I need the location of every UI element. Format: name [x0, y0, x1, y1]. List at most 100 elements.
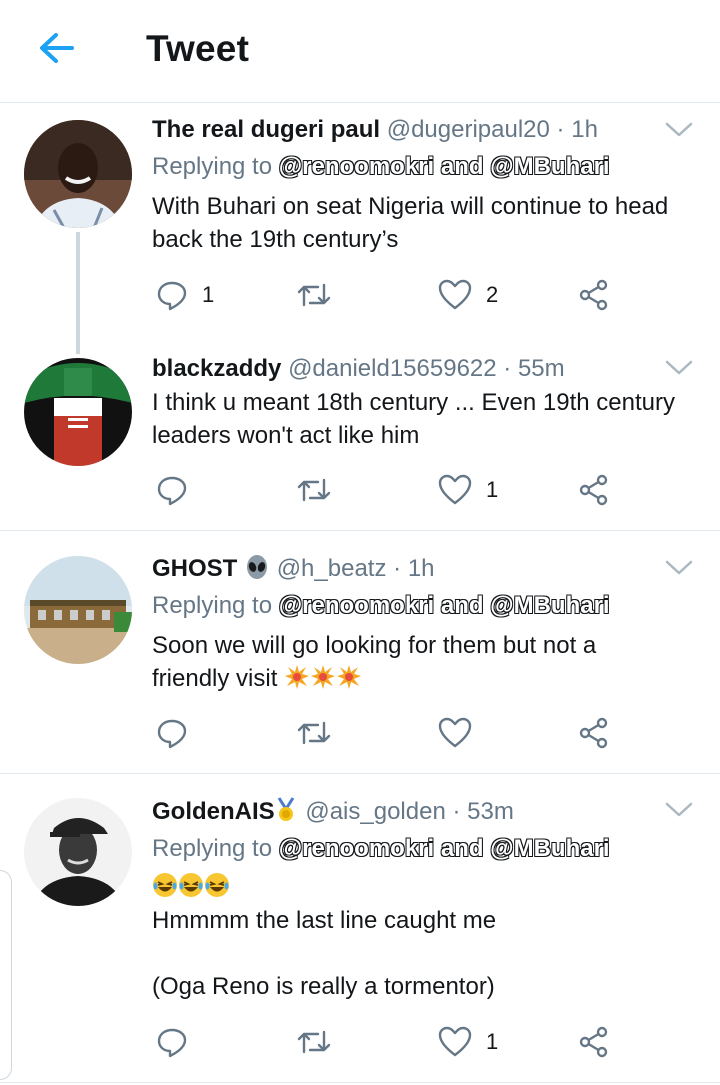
- reply-icon: [157, 719, 187, 749]
- chevron-down-icon[interactable]: [664, 558, 694, 578]
- retweet-icon: [297, 478, 331, 502]
- replying-to-mentions[interactable]: @renoomokri and @MBuhari: [279, 592, 610, 619]
- share-icon: [579, 474, 608, 506]
- divider: [0, 530, 720, 531]
- like-count: 2: [486, 282, 499, 307]
- collision-icon: [311, 665, 336, 689]
- replying-to-mentions[interactable]: @renoomokri and @MBuhari: [279, 153, 610, 180]
- chevron-down-icon[interactable]: [664, 800, 694, 820]
- tweet-text: (Oga Reno is really a tormentor): [152, 973, 495, 1000]
- page-title: Tweet: [146, 28, 250, 69]
- like-count: 1: [486, 477, 499, 502]
- retweet-button[interactable]: [296, 470, 332, 510]
- share-icon: [579, 1026, 608, 1058]
- tweet-actions: 1: [152, 1022, 632, 1062]
- share-icon: [579, 717, 608, 749]
- replying-to: Replying to @renoomokri and @MBuhari: [152, 152, 610, 182]
- retweet-icon: [297, 1030, 331, 1054]
- tweet-text: Hmmmm the last line caught me: [152, 907, 497, 934]
- medal-icon: [277, 797, 294, 821]
- display-name[interactable]: GoldenAIS: [152, 798, 275, 825]
- like-button[interactable]: 1: [438, 1022, 498, 1062]
- retweet-button[interactable]: [296, 713, 332, 753]
- like-count: 1: [486, 1029, 499, 1054]
- reply-icon: [157, 281, 187, 311]
- avatar[interactable]: [24, 358, 132, 466]
- tweet-header: GoldenAIS @ais_golden · 53m: [152, 797, 660, 827]
- replying-to: Replying to @renoomokri and @MBuhari: [152, 834, 610, 864]
- replying-to-mentions[interactable]: @renoomokri and @MBuhari: [279, 835, 610, 862]
- display-name[interactable]: GHOST: [152, 555, 237, 582]
- laughing-icon: [179, 873, 203, 897]
- reply-icon: [157, 476, 187, 506]
- display-name[interactable]: The real dugeri paul: [152, 116, 380, 143]
- separator-dot: ·: [393, 555, 402, 582]
- collision-icon: [285, 665, 310, 689]
- edge-panel-handle[interactable]: [0, 870, 12, 1080]
- reply-button[interactable]: [156, 1022, 188, 1062]
- tweet-actions: [152, 713, 632, 753]
- share-button[interactable]: [578, 713, 610, 753]
- like-button[interactable]: [438, 713, 472, 753]
- tweet-text-content: Soon we will go looking for them but not…: [152, 632, 597, 692]
- like-button[interactable]: 2: [438, 275, 498, 315]
- user-handle[interactable]: @ais_golden: [305, 798, 445, 825]
- share-button[interactable]: [578, 470, 610, 510]
- retweet-button[interactable]: [296, 1022, 332, 1062]
- laughing-emojis: [152, 872, 230, 902]
- share-button[interactable]: [578, 1022, 610, 1062]
- timestamp: 1h: [571, 116, 598, 143]
- timestamp: 55m: [517, 355, 565, 382]
- chevron-down-icon[interactable]: [664, 358, 694, 378]
- tweet-header: blackzaddy @danield15659622 · 55m: [152, 354, 660, 384]
- user-handle[interactable]: @h_beatz: [277, 555, 387, 582]
- replying-to-prefix: Replying to: [152, 835, 273, 862]
- avatar[interactable]: [24, 556, 132, 664]
- collision-icon: [337, 665, 362, 689]
- like-icon: [438, 474, 472, 505]
- timestamp: 1h: [407, 555, 435, 582]
- thread-connector: [76, 232, 80, 354]
- back-button[interactable]: [34, 28, 78, 68]
- replying-to: Replying to @renoomokri and @MBuhari: [152, 591, 610, 621]
- tweet-actions: 1: [152, 470, 632, 510]
- display-name[interactable]: blackzaddy: [152, 355, 281, 382]
- tweet-text: I think u meant 18th century ... Even 19…: [152, 389, 675, 449]
- replying-to-prefix: Replying to: [152, 592, 273, 619]
- chevron-down-icon[interactable]: [664, 120, 694, 140]
- separator-dot: ·: [556, 116, 565, 143]
- reply-icon: [157, 1028, 187, 1058]
- share-button[interactable]: [578, 275, 610, 315]
- like-icon: [438, 1026, 472, 1057]
- like-icon: [438, 279, 472, 310]
- divider: [0, 773, 720, 774]
- tweet-actions: 1 2: [152, 275, 632, 315]
- replying-to-prefix: Replying to: [152, 153, 273, 180]
- user-handle[interactable]: @danield15659622: [288, 355, 497, 382]
- collision-emojis: [284, 665, 362, 692]
- avatar[interactable]: [24, 798, 132, 906]
- retweet-button[interactable]: [296, 275, 332, 315]
- separator-dot: ·: [452, 798, 461, 825]
- tweet-text: Soon we will go looking for them but not…: [152, 629, 630, 695]
- tweet-header: The real dugeri paul @dugeripaul20 · 1h: [152, 115, 660, 145]
- retweet-icon: [297, 283, 331, 307]
- user-handle[interactable]: @dugeripaul20: [387, 116, 550, 143]
- reply-button[interactable]: [156, 713, 188, 753]
- laughing-icon: [205, 873, 229, 897]
- reply-count: 1: [202, 282, 215, 307]
- retweet-icon: [297, 721, 331, 745]
- share-icon: [579, 279, 608, 311]
- like-icon: [438, 717, 472, 748]
- reply-button[interactable]: 1: [156, 275, 214, 315]
- back-arrow-icon: [40, 33, 74, 63]
- alien-icon: [247, 555, 268, 579]
- timestamp: 53m: [467, 798, 514, 825]
- tweet-text: With Buhari on seat Nigeria will continu…: [152, 193, 669, 253]
- separator-dot: ·: [503, 355, 512, 382]
- reply-button[interactable]: [156, 470, 188, 510]
- avatar[interactable]: [24, 120, 132, 228]
- laughing-icon: [153, 873, 177, 897]
- like-button[interactable]: 1: [438, 470, 498, 510]
- divider: [0, 1082, 720, 1083]
